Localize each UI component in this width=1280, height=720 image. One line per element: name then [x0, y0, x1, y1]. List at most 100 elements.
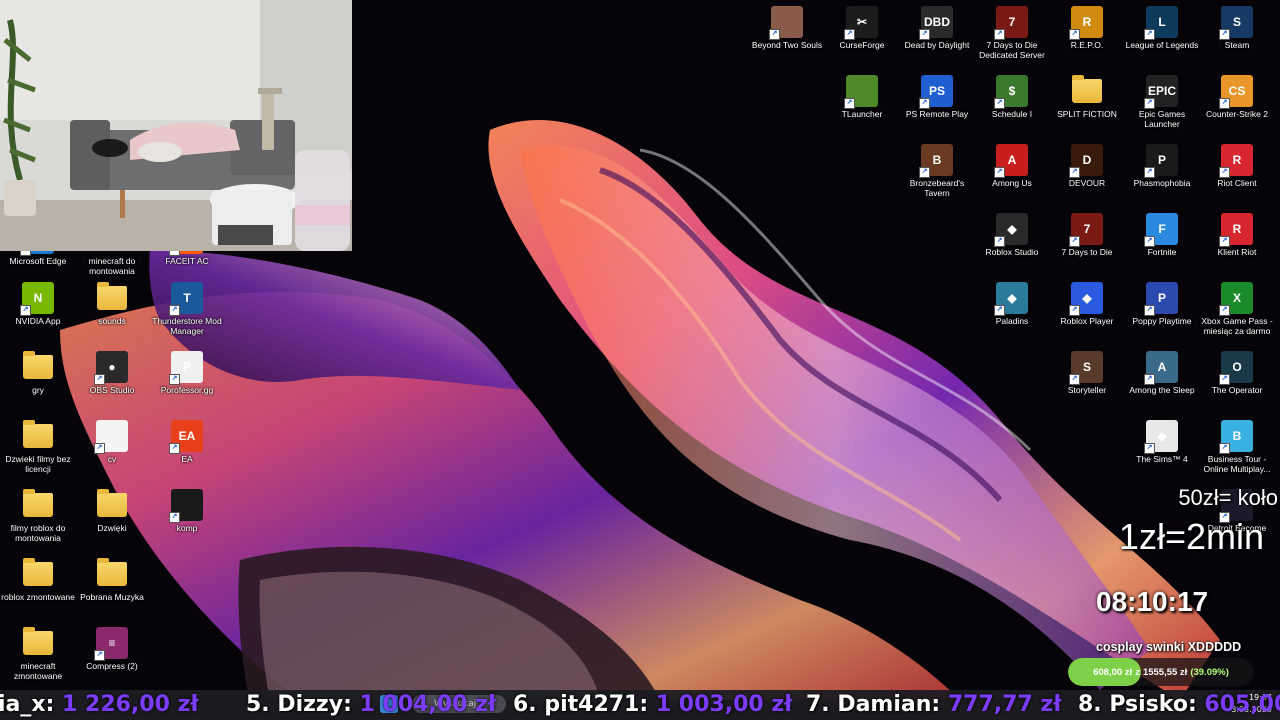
desktop-icon-klient-riot[interactable]: R ↗ Klient Riot — [1199, 213, 1275, 257]
desktop-icon-league-of-legends[interactable]: L ↗ League of Legends — [1124, 6, 1200, 50]
desktop-icon-cv[interactable]: ↗ cv — [74, 420, 150, 464]
icon-label: Phasmophobia — [1133, 178, 1191, 188]
shortcut-arrow-icon: ↗ — [1144, 236, 1155, 247]
icon-label: Paladins — [995, 316, 1029, 326]
app-icon: EA ↗ — [169, 420, 203, 454]
donation-goal-text: 608,00 zł z 1555,55 zł (39.09%) — [1068, 658, 1254, 686]
app-icon: ◆ ↗ — [1144, 420, 1178, 454]
desktop-icon-counter-strike-2[interactable]: CS ↗ Counter-Strike 2 — [1199, 75, 1275, 119]
shortcut-arrow-icon: ↗ — [1144, 167, 1155, 178]
app-icon: ↗ — [169, 489, 203, 523]
desktop-icon-poppy-playtime[interactable]: P ↗ Poppy Playtime — [1124, 282, 1200, 326]
leaderboard-name: ia_x: — [0, 692, 63, 717]
icon-label: Schedule I — [991, 109, 1033, 119]
app-icon: 7 ↗ — [994, 6, 1028, 40]
icon-label: Dzwięki — [97, 523, 127, 533]
desktop-icon-roblox-zmontowane[interactable]: roblox zmontowane — [0, 558, 76, 602]
icon-label: Klient Riot — [1217, 247, 1257, 257]
desktop-icon-steam[interactable]: S ↗ Steam — [1199, 6, 1275, 50]
desktop-icon-storyteller[interactable]: S ↗ Storyteller — [1049, 351, 1125, 395]
app-icon: P ↗ — [1144, 144, 1178, 178]
desktop-icon-pobrana-muzyka[interactable]: Pobrana Muzyka — [74, 558, 150, 602]
icon-label: Riot Client — [1217, 178, 1257, 188]
icon-label: Porofessor.gg — [160, 385, 214, 395]
app-icon: F↗ — [1144, 213, 1178, 247]
desktop-icon-gry[interactable]: gry — [0, 351, 76, 395]
desktop-icon-among-the-sleep[interactable]: A ↗ Among the Sleep — [1124, 351, 1200, 395]
desktop-icon-ea[interactable]: EA ↗ EA — [149, 420, 225, 464]
desktop-icon-epic-games-launcher[interactable]: EPIC ↗ Epic Games Launcher — [1124, 75, 1200, 129]
desktop-icon-komp[interactable]: ↗ komp — [149, 489, 225, 533]
shortcut-arrow-icon: ↗ — [1144, 305, 1155, 316]
icon-label: Pobrana Muzyka — [80, 592, 144, 602]
desktop-icon-thunderstore-mod-manager[interactable]: T ↗ Thunderstore Mod Manager — [149, 282, 225, 336]
desktop: ↗ Beyond Two Souls ✂ ↗ CurseForge DBD ↗ Dead by… — [0, 0, 1280, 720]
leaderboard-name: 6. pit4271: — [513, 692, 656, 717]
icon-label: Among Us — [992, 178, 1032, 188]
desktop-icon-dzwieki-filmy-bez-licencji[interactable]: Dzwieki filmy bez licencji — [0, 420, 76, 474]
shortcut-arrow-icon: ↗ — [1144, 98, 1155, 109]
desktop-icon-the-operator[interactable]: O ↗ The Operator — [1199, 351, 1275, 395]
desktop-icon-devour[interactable]: D ↗ DEVOUR — [1049, 144, 1125, 188]
icon-label: filmy roblox do montowania — [10, 523, 66, 543]
icon-label: FACEIT AC — [165, 256, 209, 266]
desktop-icon-xbox-game-pass-miesiąc-za-darmo[interactable]: X ↗ Xbox Game Pass - miesiąc za darmo — [1199, 282, 1275, 336]
icon-label: PS Remote Play — [905, 109, 969, 119]
desktop-icon-bronzebeard-s-tavern[interactable]: B ↗ Bronzebeard's Tavern — [899, 144, 975, 198]
desktop-icon-filmy-roblox-do-montowania[interactable]: filmy roblox do montowania — [0, 489, 76, 543]
desktop-icon-schedule-i[interactable]: $ ↗ Schedule I — [974, 75, 1050, 119]
desktop-icon-fortnite[interactable]: F ↗ Fortnite — [1124, 213, 1200, 257]
desktop-icon-compress-2[interactable]: ≡ ↗ Compress (2) — [74, 627, 150, 671]
folder-icon — [23, 627, 53, 655]
desktop-icon-porofessor-gg[interactable]: P ↗ Porofessor.gg — [149, 351, 225, 395]
desktop-icon-among-us[interactable]: A ↗ Among Us — [974, 144, 1050, 188]
desktop-icon-riot-client[interactable]: R ↗ Riot Client — [1199, 144, 1275, 188]
shortcut-arrow-icon: ↗ — [994, 29, 1005, 40]
shortcut-arrow-icon: ↗ — [94, 650, 105, 661]
desktop-icon-dzwięki[interactable]: Dzwięki — [74, 489, 150, 533]
shortcut-arrow-icon: ↗ — [1069, 374, 1080, 385]
icon-label: DEVOUR — [1068, 178, 1106, 188]
desktop-icon-7-days-to-die-dedicated-server[interactable]: 7 ↗ 7 Days to Die Dedicated Server — [974, 6, 1050, 60]
icon-label: roblox zmontowane — [1, 592, 75, 602]
shortcut-arrow-icon: ↗ — [1219, 29, 1230, 40]
folder-icon — [97, 489, 127, 517]
desktop-icon-roblox-studio[interactable]: ◆ ↗ Roblox Studio — [974, 213, 1050, 257]
donation-goal-title: cosplay swinki XDDDDD — [1096, 640, 1242, 654]
desktop-icon-curseforge[interactable]: ✂ ↗ CurseForge — [824, 6, 900, 50]
desktop-icon-the-sims-4[interactable]: ◆ ↗ The Sims™ 4 — [1124, 420, 1200, 464]
desktop-icon-dead-by-daylight[interactable]: DBD ↗ Dead by Daylight — [899, 6, 975, 50]
goal-separator: z — [1135, 666, 1140, 678]
desktop-icon-ps-remote-play[interactable]: PS ↗ PS Remote Play — [899, 75, 975, 119]
icon-label: 7 Days to Die — [1061, 247, 1113, 257]
desktop-icon-tlauncher[interactable]: ↗ TLauncher — [824, 75, 900, 119]
desktop-icon-minecraft-zmontowane[interactable]: minecraft zmontowane — [0, 627, 76, 681]
app-icon: N ↗ — [20, 282, 54, 316]
shortcut-arrow-icon: ↗ — [919, 98, 930, 109]
desktop-icon-paladins[interactable]: ◆ ↗ Paladins — [974, 282, 1050, 326]
desktop-icon-split-fiction[interactable]: SPLIT FICTION — [1049, 75, 1125, 119]
desktop-icon-business-tour-online-multiplay[interactable]: B ↗ Business Tour - Online Multiplay... — [1199, 420, 1275, 474]
shortcut-arrow-icon: ↗ — [1144, 29, 1155, 40]
shortcut-arrow-icon: ↗ — [769, 29, 780, 40]
app-icon: 7 ↗ — [1069, 213, 1103, 247]
desktop-icon-beyond-two-souls[interactable]: ↗ Beyond Two Souls — [749, 6, 825, 50]
desktop-icon-roblox-player[interactable]: ◆ ↗ Roblox Player — [1049, 282, 1125, 326]
desktop-icon-obs-studio[interactable]: ● ↗ OBS Studio — [74, 351, 150, 395]
shortcut-arrow-icon: ↗ — [1219, 443, 1230, 454]
goal-percent: (39.09%) — [1190, 666, 1229, 678]
desktop-icon-sounds[interactable]: sounds — [74, 282, 150, 326]
leaderboard-entry: 5. Dizzy: 1 004,00 zł — [246, 690, 496, 720]
leaderboard-amount: 1 226,00 zł — [62, 692, 199, 717]
app-icon: R ↗ — [1069, 6, 1103, 40]
donation-leaderboard-ticker: ia_x: 1 226,00 zł 5. Dizzy: 1 004,00 zł 6.… — [0, 690, 1280, 720]
app-icon: P ↗ — [1144, 282, 1178, 316]
desktop-icon-nvidia-app[interactable]: N ↗ NVIDIA App — [0, 282, 76, 326]
desktop-icon-7-days-to-die[interactable]: 7 ↗ 7 Days to Die — [1049, 213, 1125, 257]
icon-label: Microsoft Edge — [9, 256, 67, 266]
goal-current: 608,00 zł — [1093, 666, 1133, 678]
desktop-icon-r-e-p-o[interactable]: R ↗ R.E.P.O. — [1049, 6, 1125, 50]
desktop-icon-phasmophobia[interactable]: P ↗ Phasmophobia — [1124, 144, 1200, 188]
shortcut-arrow-icon: ↗ — [1069, 167, 1080, 178]
shortcut-arrow-icon: ↗ — [1219, 374, 1230, 385]
